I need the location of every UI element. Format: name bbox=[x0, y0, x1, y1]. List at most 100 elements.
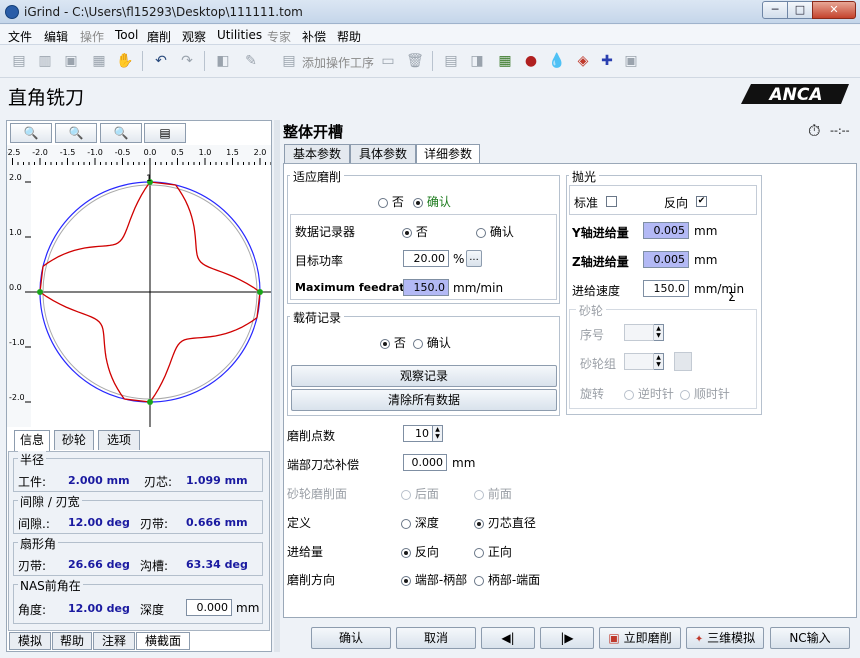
cancel-button[interactable]: 取消 bbox=[396, 627, 476, 649]
feed-reverse-option[interactable]: 反向 bbox=[401, 543, 439, 560]
recorder-no-option[interactable]: 否 bbox=[402, 223, 428, 240]
zoom-fit-button[interactable]: 🔍 bbox=[10, 123, 52, 143]
new-file-icon[interactable]: ▤ bbox=[8, 50, 30, 72]
wheel-face-front-option[interactable]: 前面 bbox=[474, 485, 512, 502]
load-record-yes-option[interactable]: 确认 bbox=[413, 334, 451, 351]
adaptive-no-radio[interactable] bbox=[378, 197, 388, 208]
cw-radio[interactable] bbox=[680, 389, 690, 400]
grind-now-button[interactable]: ▣ 立即磨削 bbox=[599, 627, 681, 649]
wheel-group-spinner[interactable]: ▲ ▼ bbox=[654, 353, 664, 370]
panel-splitter[interactable] bbox=[274, 120, 280, 652]
define-depth-radio[interactable] bbox=[401, 518, 411, 529]
previous-button[interactable]: ◀| bbox=[481, 627, 535, 649]
max-feedrate-input[interactable]: 150.0 bbox=[403, 279, 449, 296]
tool-holder-icon[interactable]: ◈ bbox=[572, 50, 594, 72]
tab-cross-section[interactable]: 横截面 bbox=[136, 632, 190, 650]
wheel-icon[interactable]: ◨ bbox=[466, 50, 488, 72]
recorder-yes-option[interactable]: 确认 bbox=[476, 223, 514, 240]
table-icon[interactable]: ▦ bbox=[494, 50, 516, 72]
redo-icon[interactable]: ↷ bbox=[176, 50, 198, 72]
save-as-icon[interactable]: ▦ bbox=[88, 50, 110, 72]
load-record-yes-radio[interactable] bbox=[413, 338, 423, 349]
standard-checkbox[interactable] bbox=[606, 196, 617, 207]
define-depth-option[interactable]: 深度 bbox=[401, 514, 439, 531]
sigma-icon[interactable]: Σ bbox=[728, 290, 736, 304]
adaptive-yes-radio[interactable] bbox=[413, 197, 423, 208]
tab-options[interactable]: 选项 bbox=[98, 430, 140, 450]
dir-shank-end-option[interactable]: 柄部-端面 bbox=[474, 571, 540, 588]
wheel-face-front-radio[interactable] bbox=[474, 489, 484, 500]
menu-view[interactable]: 观察 bbox=[182, 28, 206, 45]
simulate-3d-button[interactable]: ✦ 三维模拟 bbox=[686, 627, 764, 649]
next-button[interactable]: |▶ bbox=[540, 627, 594, 649]
wheel-group-input[interactable] bbox=[624, 353, 654, 370]
clear-all-data-button[interactable]: 清除所有数据 bbox=[291, 389, 557, 411]
menu-compensation[interactable]: 补偿 bbox=[302, 28, 326, 45]
adaptive-yes-option[interactable]: 确认 bbox=[413, 193, 451, 210]
ccw-option[interactable]: 逆时针 bbox=[624, 385, 674, 402]
end-core-comp-input[interactable]: 0.000 bbox=[403, 454, 447, 471]
wheel-face-back-radio[interactable] bbox=[401, 489, 411, 500]
tab-basic-params[interactable]: 基本参数 bbox=[284, 144, 350, 163]
menu-grind[interactable]: 磨削 bbox=[147, 28, 171, 45]
menu-file[interactable]: 文件 bbox=[8, 28, 32, 45]
tab-detail-params[interactable]: 详细参数 bbox=[416, 144, 480, 164]
ok-button[interactable]: 确认 bbox=[311, 627, 391, 649]
grind-points-input[interactable]: 10 bbox=[403, 425, 433, 442]
tab-notes[interactable]: 注释 bbox=[93, 632, 135, 650]
grind-points-spinner[interactable]: ▲ ▼ bbox=[433, 425, 443, 442]
minimize-button[interactable]: ─ bbox=[762, 1, 788, 19]
cw-option[interactable]: 顺时针 bbox=[680, 385, 730, 402]
wheel-picker-icon[interactable] bbox=[674, 352, 692, 371]
menu-help[interactable]: 帮助 bbox=[337, 28, 361, 45]
open-file-icon[interactable]: ▥ bbox=[34, 50, 56, 72]
close-button[interactable]: ✕ bbox=[812, 1, 856, 19]
feed-forward-radio[interactable] bbox=[474, 547, 484, 558]
define-core-option[interactable]: 刃芯直径 bbox=[474, 514, 536, 531]
copy-operation-icon[interactable]: ▤ bbox=[440, 50, 462, 72]
clipboard-icon[interactable]: ▣ bbox=[620, 50, 642, 72]
dir-shank-end-radio[interactable] bbox=[474, 575, 484, 586]
wheel-seq-input[interactable] bbox=[624, 324, 654, 341]
wheel-seq-spinner[interactable]: ▲ ▼ bbox=[654, 324, 664, 341]
feed-reverse-radio[interactable] bbox=[401, 547, 411, 558]
undo-icon[interactable]: ↶ bbox=[150, 50, 172, 72]
tab-simulation[interactable]: 模拟 bbox=[9, 632, 51, 650]
add-operation-button[interactable]: 添加操作工序 bbox=[302, 54, 374, 71]
feed-speed-input[interactable]: 150.0 bbox=[643, 280, 689, 297]
tab-help[interactable]: 帮助 bbox=[52, 632, 92, 650]
cross-section-plot[interactable]: -2.5 -2.0 -1.5 -1.0 -0.5 0.0 0.5 1.0 1.5 2.0 2.0 1… bbox=[7, 145, 271, 427]
load-record-no-option[interactable]: 否 bbox=[380, 334, 406, 351]
tab-specific-params[interactable]: 具体参数 bbox=[350, 144, 416, 163]
bug-icon[interactable]: ● bbox=[520, 50, 542, 72]
add-plus-icon[interactable]: ✚ bbox=[596, 50, 618, 72]
tab-info[interactable]: 信息 bbox=[14, 430, 50, 451]
dir-end-shank-radio[interactable] bbox=[401, 575, 411, 586]
menu-tool[interactable]: Tool bbox=[115, 28, 138, 42]
ccw-radio[interactable] bbox=[624, 389, 634, 400]
coolant-drop-icon[interactable]: 💧 bbox=[546, 50, 568, 72]
adaptive-no-option[interactable]: 否 bbox=[378, 193, 404, 210]
load-record-no-radio[interactable] bbox=[380, 338, 390, 349]
reverse-checkbox[interactable]: ✔ bbox=[696, 196, 707, 207]
y-feed-input[interactable]: 0.005 bbox=[643, 222, 689, 239]
operation-edit-icon[interactable]: ✎ bbox=[240, 50, 262, 72]
dir-end-shank-option[interactable]: 端部-柄部 bbox=[401, 571, 467, 588]
print-view-button[interactable]: ▤ bbox=[144, 123, 186, 143]
print-icon[interactable]: ✋ bbox=[114, 50, 136, 72]
recorder-yes-radio[interactable] bbox=[476, 227, 486, 238]
feed-forward-option[interactable]: 正向 bbox=[474, 543, 512, 560]
menu-edit[interactable]: 编辑 bbox=[44, 28, 68, 45]
wheel-face-back-option[interactable]: 后面 bbox=[401, 485, 439, 502]
tab-wheel[interactable]: 砂轮 bbox=[54, 430, 94, 450]
operation-list-icon[interactable]: ▭ bbox=[377, 50, 399, 72]
delete-operation-icon[interactable]: 🗑 bbox=[404, 50, 426, 72]
recorder-no-radio[interactable] bbox=[402, 227, 412, 238]
target-power-input[interactable]: 20.00 bbox=[403, 250, 449, 267]
zoom-in-button[interactable]: 🔍 bbox=[55, 123, 97, 143]
define-core-radio[interactable] bbox=[474, 518, 484, 529]
add-operation-icon[interactable]: ▤ bbox=[278, 50, 300, 72]
operation-move-icon[interactable]: ◧ bbox=[212, 50, 234, 72]
menu-utilities[interactable]: Utilities bbox=[217, 28, 262, 42]
menu-expert[interactable]: 专家 bbox=[267, 28, 291, 45]
